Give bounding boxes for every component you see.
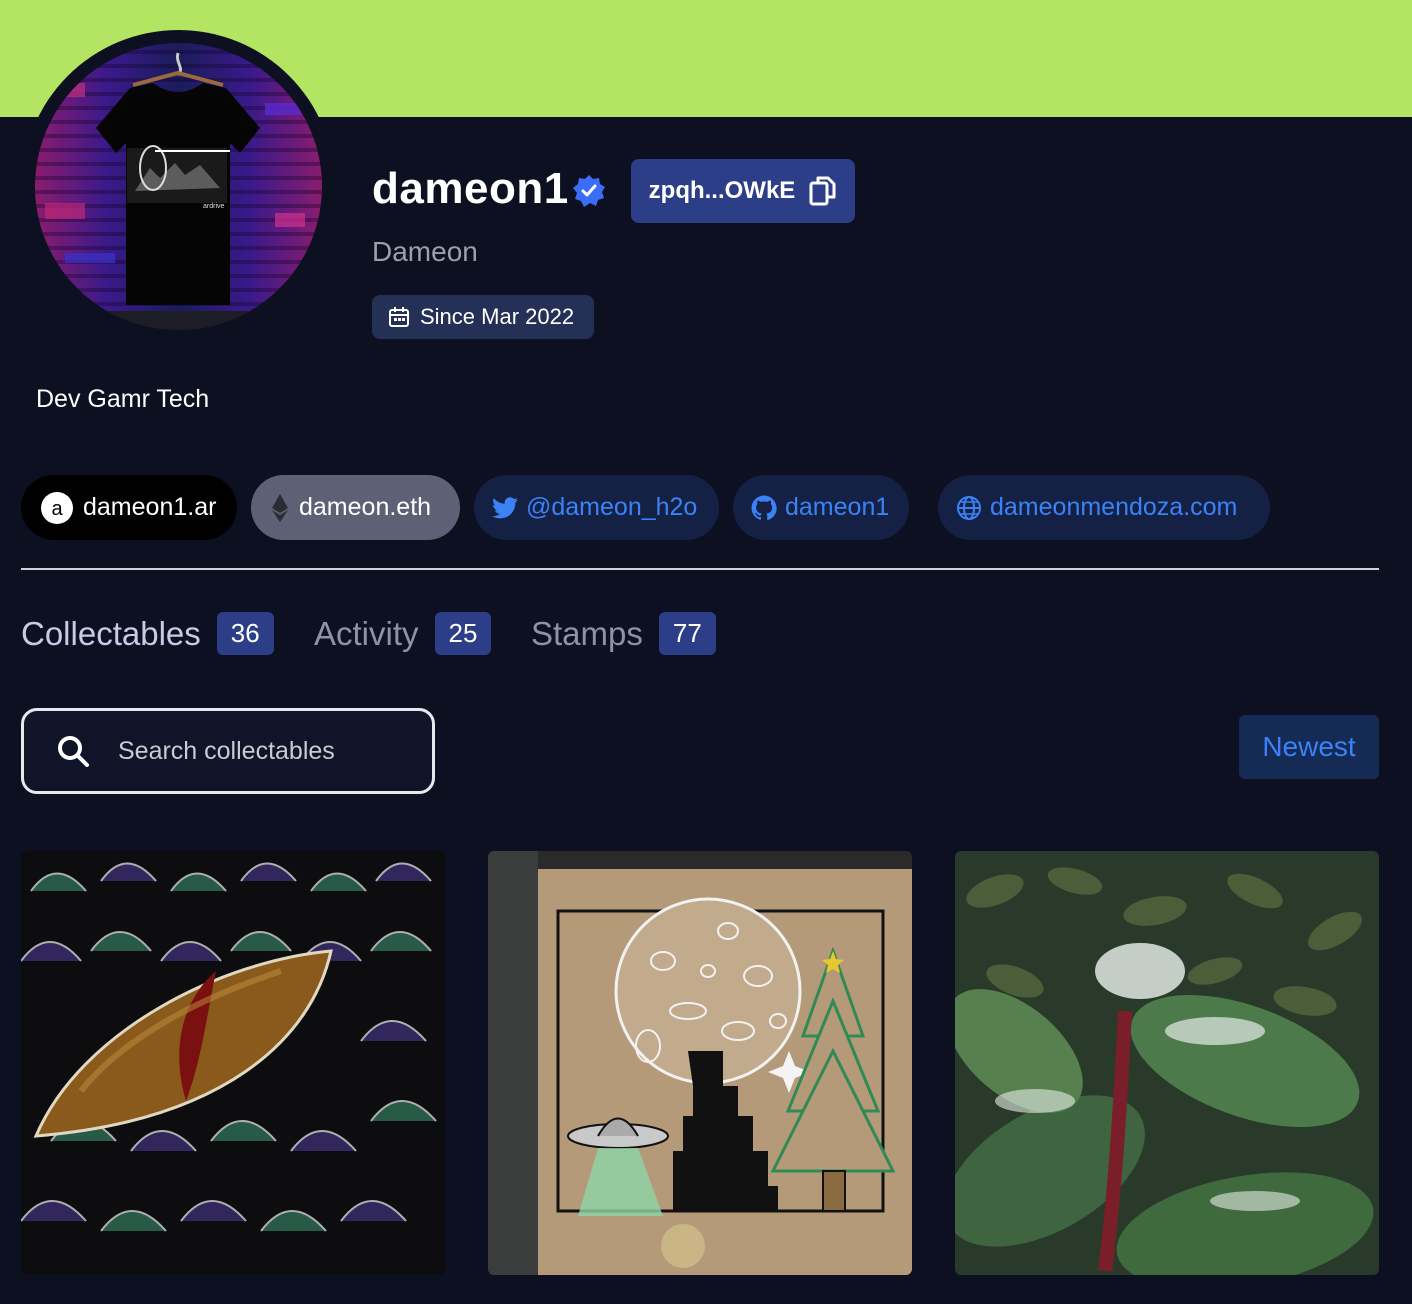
- link-twitter-label: @dameon_h2o: [526, 493, 698, 521]
- copy-icon: [809, 176, 836, 206]
- shirt-brand-text: ardrive: [203, 203, 225, 210]
- tab-stamps-label: Stamps: [531, 614, 643, 652]
- tab-activity-label: Activity: [314, 614, 419, 652]
- snowy-leaves-photo: [955, 851, 1379, 1275]
- link-ar-label: dameon1.ar: [83, 493, 217, 521]
- display-name: Dameon: [372, 236, 478, 267]
- twitter-icon: [492, 496, 518, 518]
- eth-icon: [272, 493, 288, 522]
- link-website[interactable]: dameonmendoza.com: [938, 475, 1270, 540]
- verified-check-icon: [573, 175, 605, 207]
- copy-address-button[interactable]: zpqh...OWkE: [631, 159, 855, 223]
- tab-collectables-label: Collectables: [21, 614, 201, 652]
- bio: Dev Gamr Tech: [36, 385, 210, 413]
- address-text: zpqh...OWkE: [648, 177, 796, 204]
- tab-stamps[interactable]: Stamps 77: [531, 612, 716, 655]
- search-box[interactable]: [21, 708, 435, 794]
- link-twitter[interactable]: @dameon_h2o: [474, 475, 719, 540]
- avatar[interactable]: ardrive: [35, 43, 322, 330]
- calendar-icon: [389, 307, 409, 327]
- member-since-badge: Since Mar 2022: [372, 295, 594, 339]
- link-github[interactable]: dameon1: [733, 475, 909, 540]
- github-icon: [751, 495, 777, 520]
- ar-icon: a: [41, 491, 73, 524]
- svg-text:a: a: [51, 498, 63, 520]
- moon-tower-artwork: [488, 851, 912, 1275]
- link-website-label: dameonmendoza.com: [990, 493, 1238, 521]
- tab-stamps-count: 77: [658, 612, 716, 655]
- tab-activity-count: 25: [434, 612, 492, 655]
- sort-button[interactable]: Newest: [1239, 715, 1379, 779]
- link-eth[interactable]: dameon.eth: [251, 475, 460, 540]
- search-input[interactable]: [116, 735, 420, 767]
- username: dameon1: [372, 164, 569, 213]
- search-icon: [58, 736, 89, 767]
- tab-collectables-count: 36: [216, 612, 274, 655]
- collectable-card-moon-tower[interactable]: [488, 851, 912, 1275]
- dragon-eye-artwork: [21, 851, 445, 1275]
- tab-collectables[interactable]: Collectables 36: [21, 612, 274, 655]
- collectable-card-snowy-leaves[interactable]: [955, 851, 1379, 1275]
- collectable-card-dragon-eye[interactable]: [21, 851, 445, 1275]
- since-text: Since Mar 2022: [420, 304, 575, 329]
- divider: [21, 568, 1379, 570]
- globe-icon: [957, 495, 981, 520]
- link-github-label: dameon1: [785, 493, 890, 521]
- tab-activity[interactable]: Activity 25: [314, 612, 492, 655]
- link-ar[interactable]: a dameon1.ar: [21, 475, 237, 540]
- link-eth-label: dameon.eth: [299, 493, 432, 521]
